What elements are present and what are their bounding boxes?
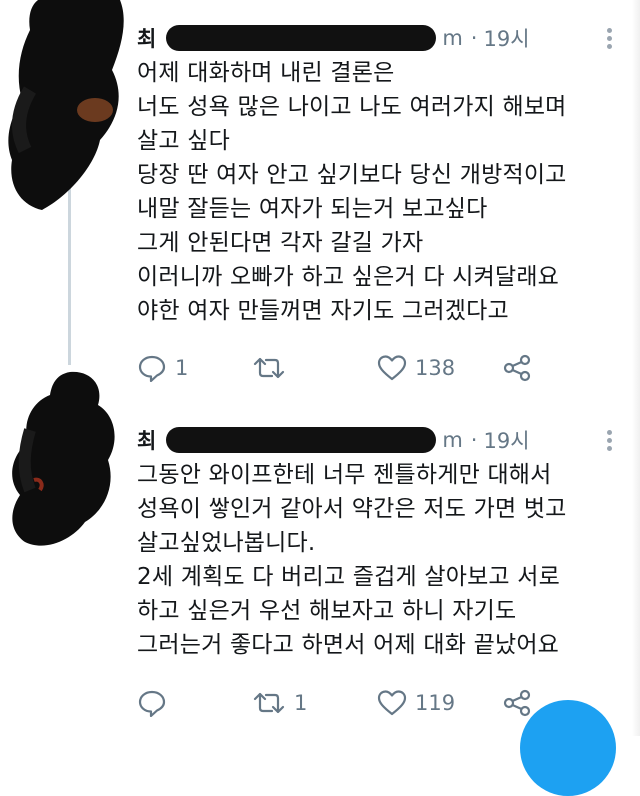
tweet-header: 최 m · 19시 — [137, 18, 530, 58]
tweet-line: 살고싶었나봅니다. — [137, 530, 316, 556]
retweet-count: 1 — [294, 691, 308, 715]
tweet[interactable]: 최 m · 19시 그동안 와이프한테 너무 젠틀하게만 대해서 성욕이 쌓인거… — [0, 365, 640, 736]
tweet-line: 그러는거 좋다고 하면서 어제 대화 끝났어요 — [137, 632, 560, 658]
reply-button[interactable] — [137, 689, 252, 717]
tweet-line: 그게 안된다면 각자 갈길 가자 — [137, 230, 424, 256]
like-count: 119 — [415, 691, 456, 715]
tweet-line: 그동안 와이프한테 너무 젠틀하게만 대해서 — [137, 462, 552, 488]
separator: · — [470, 26, 478, 50]
timestamp[interactable]: 19시 — [483, 425, 529, 455]
author-handle[interactable]: m — [442, 428, 462, 452]
tweet-text: 그동안 와이프한테 너무 젠틀하게만 대해서 성욕이 쌓인거 같아서 약간은 저… — [137, 458, 627, 662]
compose-tweet-button[interactable] — [520, 700, 616, 796]
tweet-actions: 1 119 — [137, 683, 567, 723]
edge-shadow — [632, 0, 640, 736]
tweet-line: 어제 대화하며 내린 결론은 — [137, 60, 395, 86]
author-name[interactable]: 최 — [137, 425, 156, 455]
separator: · — [470, 428, 478, 452]
tweet-line: 당장 딴 여자 안고 싶기보다 당신 개방적이고 — [137, 162, 567, 188]
tweet[interactable]: 최 m · 19시 어제 대화하며 내린 결론은 너도 성욕 많은 나이고 나도… — [0, 0, 640, 382]
retweet-button[interactable]: 1 — [252, 690, 377, 716]
redacted-avatar[interactable] — [0, 0, 135, 215]
tweet-line: 하고 싶은거 우선 해보자고 하니 자기도 — [137, 598, 517, 624]
redaction-bar — [166, 25, 437, 51]
share-icon — [502, 689, 532, 717]
tweet-line: 야한 여자 만들꺼면 자기도 그러겠다고 — [137, 298, 509, 324]
retweet-icon — [252, 690, 286, 716]
tweet-line: 살고 싶다 — [137, 128, 230, 154]
like-icon — [377, 689, 407, 717]
tweet-line: 성욕이 쌓인거 같아서 약간은 저도 가면 벗고 — [137, 496, 567, 522]
tweet-text: 어제 대화하며 내린 결론은 너도 성욕 많은 나이고 나도 여러가지 해보며 … — [137, 56, 627, 328]
author-handle[interactable]: m — [442, 26, 462, 50]
timestamp[interactable]: 19시 — [483, 23, 529, 53]
tweet-header: 최 m · 19시 — [137, 420, 530, 460]
more-icon[interactable] — [606, 28, 612, 49]
author-name[interactable]: 최 — [137, 23, 156, 53]
tweet-line: 2세 계획도 다 버리고 즐겁게 살아보고 서로 — [137, 564, 561, 590]
like-button[interactable]: 119 — [377, 689, 502, 717]
tweet-line: 내말 잘듣는 여자가 되는거 보고싶다 — [137, 196, 488, 222]
redaction-bar — [166, 427, 437, 453]
more-icon[interactable] — [606, 430, 612, 451]
tweet-line: 이러니까 오빠가 하고 싶은거 다 시켜달래요 — [137, 264, 560, 290]
reply-icon — [137, 689, 167, 717]
redacted-avatar[interactable] — [0, 370, 135, 555]
tweet-line: 너도 성욕 많은 나이고 나도 여러가지 해보며 — [137, 94, 567, 120]
